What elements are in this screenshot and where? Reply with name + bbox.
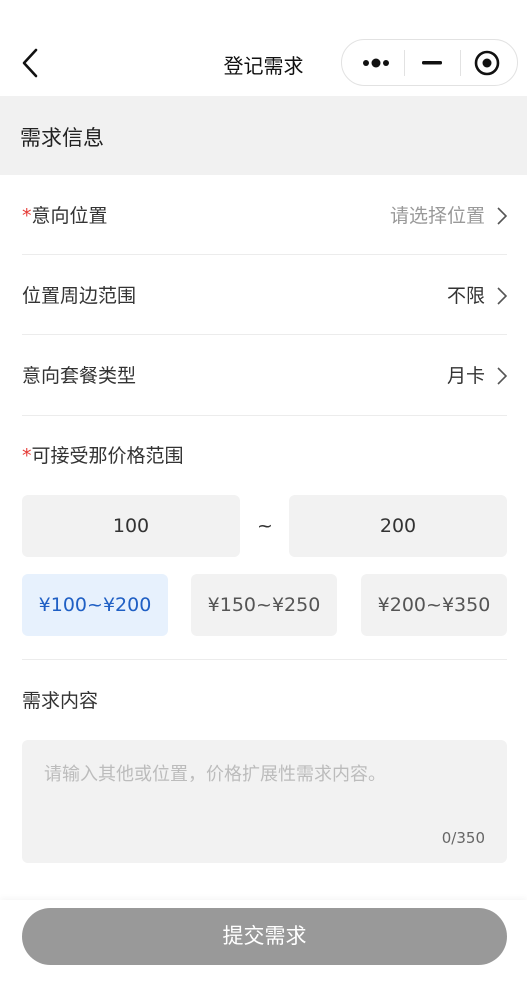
range-separator: ~ [257, 515, 273, 537]
bottom-bar: 提交需求 [0, 900, 527, 996]
package-label: 意向套餐类型 [22, 365, 137, 387]
more-dots-icon[interactable] [348, 40, 404, 85]
content-placeholder: 请输入其他或位置，价格扩展性需求内容。 [44, 764, 386, 785]
range-value: 不限 [446, 285, 485, 307]
char-counter: 0/350 [441, 829, 485, 847]
content-label: 需求内容 [22, 690, 99, 712]
divider [22, 415, 507, 416]
required-mark: * [22, 445, 32, 467]
range-field[interactable]: 位置周边范围 不限 [22, 255, 507, 335]
chevron-right-icon [497, 367, 507, 385]
price-option[interactable]: ¥150~¥250 [191, 574, 337, 636]
package-value: 月卡 [446, 365, 485, 387]
price-range-label: *可接受那价格范围 [22, 445, 184, 467]
price-max-input[interactable]: 200 [289, 495, 507, 557]
divider [22, 659, 507, 660]
package-field[interactable]: 意向套餐类型 月卡 [22, 335, 507, 415]
submit-button[interactable]: 提交需求 [22, 908, 507, 965]
navigation-bar: 登记需求 [0, 0, 527, 96]
minimize-icon[interactable] [405, 40, 460, 85]
section-title: 需求信息 [20, 126, 104, 150]
price-min-input[interactable]: 100 [22, 495, 240, 557]
price-option[interactable]: ¥100~¥200 [22, 574, 168, 636]
location-field[interactable]: *意向位置 请选择位置 [22, 175, 507, 255]
section-header: 需求信息 [0, 96, 527, 175]
mini-program-capsule [341, 39, 518, 86]
close-circle-icon[interactable] [461, 40, 517, 85]
chevron-right-icon [497, 287, 507, 305]
content-textarea[interactable]: 请输入其他或位置，价格扩展性需求内容。 0/350 [22, 740, 507, 863]
location-value: 请选择位置 [389, 205, 485, 227]
price-option[interactable]: ¥200~¥350 [361, 574, 507, 636]
range-label: 位置周边范围 [22, 285, 137, 307]
location-label: *意向位置 [22, 205, 108, 227]
chevron-right-icon [497, 207, 507, 225]
required-mark: * [22, 205, 32, 227]
